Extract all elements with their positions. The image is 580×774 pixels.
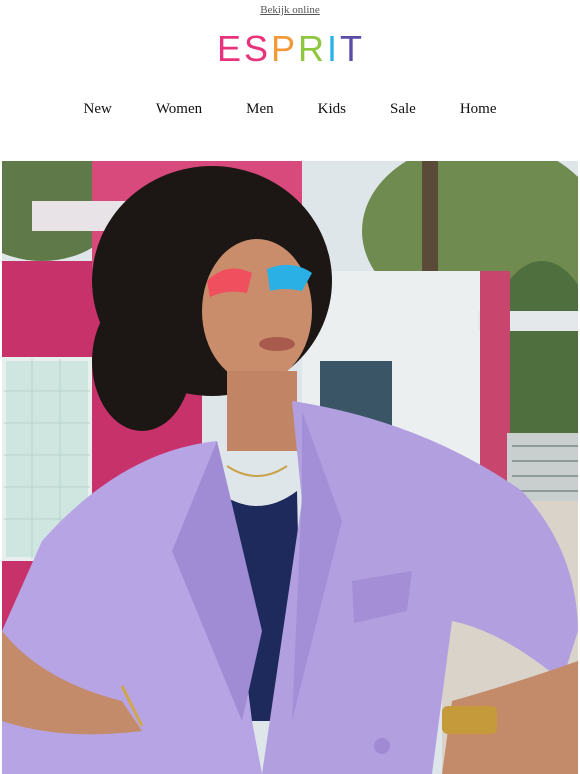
logo-letter: I	[327, 28, 339, 69]
nav-item-sale[interactable]: Sale	[368, 101, 438, 118]
logo-letter: E	[216, 28, 242, 69]
logo-letter: T	[340, 28, 364, 69]
top-bar: Bekijk online	[0, 0, 580, 16]
hero-image[interactable]	[2, 161, 578, 774]
nav-item-women[interactable]: Women	[134, 101, 224, 118]
hero-illustration	[2, 161, 578, 774]
nav-item-home[interactable]: Home	[438, 101, 519, 118]
main-nav: New Women Men Kids Sale Home	[0, 101, 580, 118]
nav-item-kids[interactable]: Kids	[296, 101, 368, 118]
view-online-link[interactable]: Bekijk online	[260, 4, 320, 16]
logo-letter: R	[298, 28, 326, 69]
esprit-logo[interactable]: E S P R I T	[216, 28, 364, 69]
logo-letter: S	[243, 28, 269, 69]
nav-item-men[interactable]: Men	[224, 101, 296, 118]
logo-wrap: E S P R I T	[0, 28, 580, 69]
nav-item-new[interactable]: New	[62, 101, 134, 118]
logo-letter: P	[271, 28, 297, 69]
